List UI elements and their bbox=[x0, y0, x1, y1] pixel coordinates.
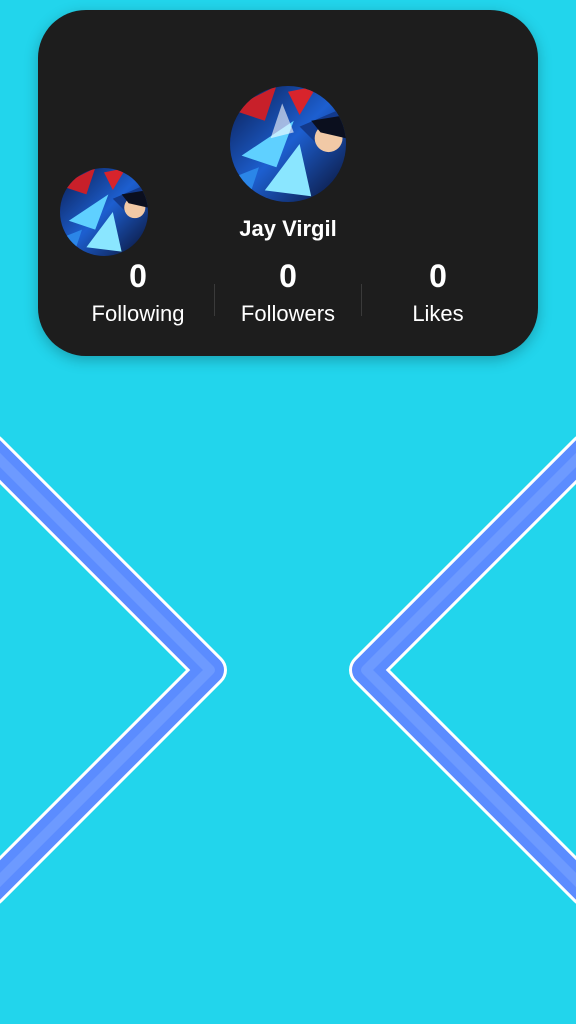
previous-button[interactable] bbox=[0, 430, 300, 910]
stat-divider bbox=[361, 284, 362, 316]
stat-following-value: 0 bbox=[129, 258, 147, 294]
avatar-art-icon bbox=[60, 168, 148, 256]
stat-likes[interactable]: 0 Likes bbox=[363, 258, 513, 328]
profile-stats: 0 Following 0 Followers 0 Likes bbox=[63, 258, 513, 338]
stat-followers-label: Followers bbox=[240, 301, 336, 326]
next-button[interactable] bbox=[276, 430, 576, 910]
stat-followers[interactable]: 0 Followers bbox=[213, 258, 363, 328]
profile-card: Jay Virgil 0 Following 0 Followers 0 Lik… bbox=[38, 10, 538, 356]
profile-name: Jay Virgil bbox=[239, 216, 337, 241]
chevron-right-icon bbox=[349, 436, 576, 904]
stat-following-label: Following bbox=[91, 301, 185, 326]
secondary-avatar[interactable] bbox=[60, 168, 148, 256]
stat-likes-value: 0 bbox=[429, 258, 447, 294]
avatar-art-icon bbox=[230, 86, 346, 202]
chevron-left-icon bbox=[0, 436, 227, 904]
stat-following[interactable]: 0 Following bbox=[63, 258, 213, 328]
stat-followers-value: 0 bbox=[279, 258, 297, 294]
stat-likes-label: Likes bbox=[412, 301, 464, 326]
profile-avatar[interactable] bbox=[230, 86, 346, 202]
